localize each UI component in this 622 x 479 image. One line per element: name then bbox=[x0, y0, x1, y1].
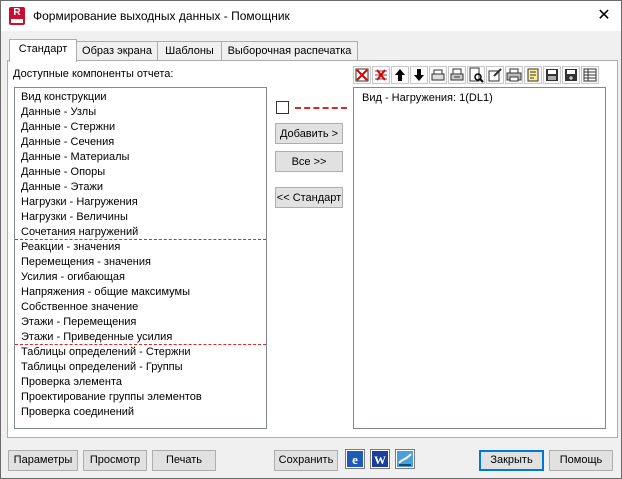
tab-selective-print[interactable]: Выборочная распечатка bbox=[221, 41, 358, 61]
list-item[interactable]: Таблицы определений - Группы bbox=[21, 360, 183, 375]
list-item[interactable]: Нагрузки - Нагружения bbox=[21, 195, 138, 210]
list-item[interactable]: Проверка элемента bbox=[21, 375, 122, 390]
list-item[interactable]: Данные - Узлы bbox=[21, 105, 96, 120]
separator-line-sample bbox=[295, 107, 347, 109]
list-item[interactable]: Перемещения - значения bbox=[21, 255, 151, 270]
edit-icon[interactable] bbox=[486, 66, 504, 84]
table-icon[interactable] bbox=[581, 66, 599, 84]
svg-text:W: W bbox=[374, 453, 386, 467]
move-down-icon[interactable] bbox=[410, 66, 428, 84]
separator-checkbox[interactable] bbox=[276, 101, 289, 114]
list-item[interactable]: Данные - Материалы bbox=[21, 150, 129, 165]
list-item[interactable]: Сочетания нагружений bbox=[21, 225, 138, 240]
delete-all-icon[interactable] bbox=[372, 66, 390, 84]
list-item[interactable]: Нагрузки - Величины bbox=[21, 210, 128, 225]
close-button[interactable]: Закрыть bbox=[479, 450, 544, 471]
list-item[interactable]: Собственное значение bbox=[21, 300, 138, 315]
list-item[interactable]: Проверка соединений bbox=[21, 405, 134, 420]
list-item[interactable]: Проектирование группы элементов bbox=[21, 390, 202, 405]
print-setup-icon[interactable] bbox=[429, 66, 447, 84]
move-up-icon[interactable] bbox=[391, 66, 409, 84]
print-button[interactable]: Печать bbox=[152, 450, 216, 471]
selected-components-list[interactable]: Вид - Нагружения: 1(DL1) bbox=[353, 87, 606, 429]
tab-templates[interactable]: Шаблоны bbox=[157, 41, 222, 61]
close-icon[interactable]: ✕ bbox=[593, 5, 615, 27]
app-logo-icon: R bbox=[9, 7, 25, 25]
export-word-icon[interactable]: W bbox=[370, 449, 390, 469]
list-item[interactable]: Усилия - огибающая bbox=[21, 270, 125, 285]
load-template-icon[interactable] bbox=[562, 66, 580, 84]
export-html-icon[interactable]: e bbox=[345, 449, 365, 469]
list-item[interactable]: Вид - Нагружения: 1(DL1) bbox=[362, 92, 493, 104]
list-item[interactable]: Данные - Этажи bbox=[21, 180, 103, 195]
save-button[interactable]: Сохранить bbox=[274, 450, 338, 471]
list-item[interactable]: Данные - Опоры bbox=[21, 165, 105, 180]
list-item[interactable]: Данные - Сечения bbox=[21, 135, 114, 150]
list-item[interactable]: Напряжения - общие максимумы bbox=[21, 285, 190, 300]
tab-panel: Доступные компоненты отчета: Вид констру… bbox=[7, 60, 618, 438]
add-button[interactable]: Добавить > bbox=[275, 123, 343, 144]
title-bar: R Формирование выходных данных - Помощни… bbox=[1, 1, 621, 31]
help-button[interactable]: Помощь bbox=[549, 450, 613, 471]
reset-standard-button[interactable]: << Стандарт bbox=[275, 187, 343, 208]
list-item[interactable]: Вид конструкции bbox=[21, 90, 107, 105]
add-all-button[interactable]: Все >> bbox=[275, 151, 343, 172]
parameters-button[interactable]: Параметры bbox=[8, 450, 78, 471]
svg-text:e: e bbox=[352, 452, 358, 467]
export-spreadsheet-icon[interactable] bbox=[395, 449, 415, 469]
delete-icon[interactable] bbox=[353, 66, 371, 84]
dialog-window: R Формирование выходных данных - Помощни… bbox=[0, 0, 622, 479]
list-item[interactable]: Этажи - Перемещения bbox=[21, 315, 136, 330]
print-options-icon[interactable] bbox=[448, 66, 466, 84]
tab-screen-image[interactable]: Образ экрана bbox=[76, 41, 158, 61]
preview-button[interactable]: Просмотр bbox=[83, 450, 147, 471]
tab-standard[interactable]: Стандарт bbox=[9, 39, 77, 62]
available-components-list[interactable]: Вид конструкции Данные - Узлы Данные - С… bbox=[14, 87, 267, 429]
save-template-icon[interactable] bbox=[543, 66, 561, 84]
print-icon[interactable] bbox=[505, 66, 523, 84]
list-item[interactable]: Таблицы определений - Стержни bbox=[21, 345, 191, 360]
app-logo-letter: R bbox=[13, 7, 21, 18]
window-title: Формирование выходных данных - Помощник bbox=[33, 9, 290, 23]
notes-icon[interactable] bbox=[524, 66, 542, 84]
list-item[interactable]: Данные - Стержни bbox=[21, 120, 115, 135]
available-components-label: Доступные компоненты отчета: bbox=[13, 68, 174, 80]
list-item[interactable]: Реакции - значения bbox=[21, 240, 120, 255]
preview-icon[interactable] bbox=[467, 66, 485, 84]
list-item[interactable]: Этажи - Приведенные усилия bbox=[21, 330, 172, 345]
